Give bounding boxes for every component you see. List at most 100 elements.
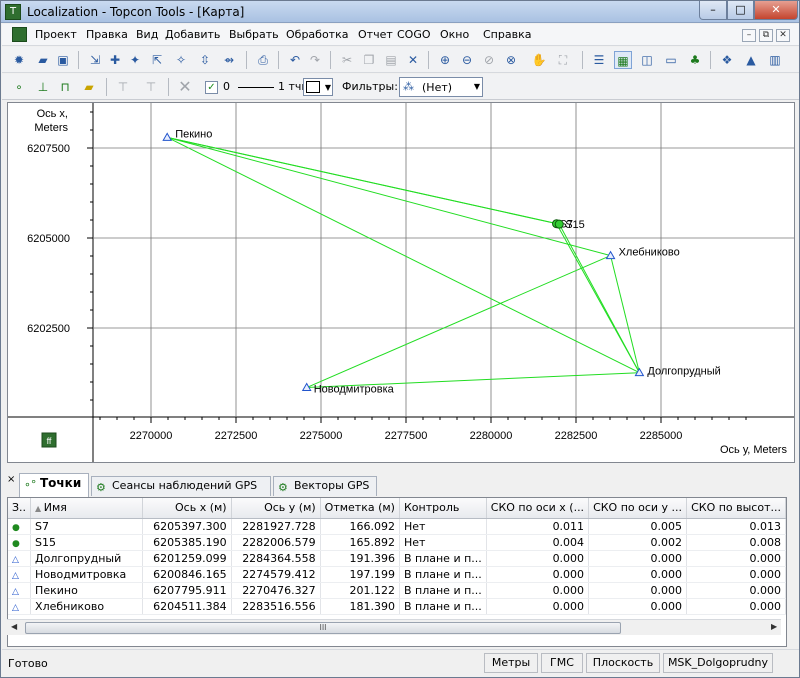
report-icon[interactable]: ▥ [766,51,784,69]
table-row[interactable]: △ Хлебниково 6204511.384 2283516.556 181.390… [8,598,786,615]
menu-help[interactable]: Справка [483,28,531,41]
table-row[interactable]: ● S7 6205397.300 2281927.728 166.092 Нет 0.011… [8,518,786,535]
point-tool-icon[interactable]: ∘ [10,78,28,96]
column-header[interactable]: СКО по высот... [686,498,786,519]
add-marker-icon[interactable]: ⇳ [196,51,214,69]
menu-process[interactable]: Обработка [286,28,348,41]
adjust-icon[interactable]: ▲ [742,51,760,69]
table-row[interactable]: △ Новодмитровка 6200846.165 2274579.412 197.… [8,566,786,583]
menu-select[interactable]: Выбрать [229,28,279,41]
column-header[interactable]: Ось х (м) [142,498,232,519]
control-point-marker[interactable] [162,132,173,141]
scroll-left-icon[interactable]: ◀ [11,622,17,631]
menu-report[interactable]: Отчет [358,28,393,41]
menu-cogo[interactable]: COGO [397,28,431,41]
map-points[interactable]: Пекино Хлебниково Долгопрудный Новодмитровк… [162,128,721,396]
redo-icon[interactable]: ↷ [306,51,324,69]
mdi-close-button[interactable]: ✕ [776,29,790,42]
delete-icon[interactable]: ✕ [404,51,422,69]
menu-view[interactable]: Вид [136,28,158,41]
zoom-window-icon[interactable]: ⊗ [502,51,520,69]
zoom-in-icon[interactable]: ⊕ [436,51,454,69]
mdi-restore-button[interactable]: ⧉ [759,29,773,42]
dropdown-arrow-icon: ▼ [324,83,331,92]
menu-add[interactable]: Добавить [165,28,220,41]
add-data-icon[interactable]: ✦ [126,51,144,69]
line-style-swatch[interactable] [238,87,274,88]
gps-point-marker[interactable] [554,219,564,229]
zoom-extent-icon[interactable]: ⛶ [554,51,572,69]
print-icon[interactable]: ⎙ [254,51,272,69]
column-header[interactable]: З.. [8,498,32,519]
map-canvas[interactable]: Ось x, Meters Ось у, Meters ff 2270000 22… [8,103,794,462]
filters-dropdown[interactable]: ⁂ (Нет) ▼ [399,77,483,97]
column-header[interactable]: Ось у (м) [231,498,321,519]
snap-end-icon[interactable]: ⊤ [142,78,160,96]
close-button[interactable]: ✕ [754,1,798,20]
column-header[interactable]: СКО по оси х (... [486,498,590,519]
table-cell: 6207795.911 [142,582,232,599]
pan-hand-icon[interactable]: ✋ [530,51,548,69]
table-row[interactable]: △ Пекино 6207795.911 2270476.327 201.122 В пл… [8,582,786,599]
menu-window[interactable]: Окно [440,28,469,41]
line-color-dropdown[interactable]: ▼ [303,78,333,96]
polyline-tool-icon[interactable]: ⊓ [56,78,74,96]
scroll-thumb[interactable]: III [25,622,621,634]
process-icon[interactable]: ❖ [718,51,736,69]
new-project-icon[interactable]: ✹ [10,51,28,69]
snap-tool-icon[interactable]: ⊤ [114,78,132,96]
table-row[interactable]: △ Долгопрудный 6201259.099 2284364.558 191.3… [8,550,786,567]
table-view-icon[interactable]: ☰ [590,51,608,69]
app-window: T Localization - Topcon Tools - [Карта] … [0,0,800,678]
line-tool-icon[interactable]: ⊥ [34,78,52,96]
scroll-right-icon[interactable]: ▶ [771,622,777,631]
tab-gps-sessions[interactable]: ⚙ Сеансы наблюдений GPS [91,476,271,496]
document-icon[interactable] [12,27,27,42]
column-header[interactable]: Контроль [399,498,487,519]
gps-vector-line[interactable] [167,136,560,225]
export-icon[interactable]: ⇴ [220,51,238,69]
undo-icon[interactable]: ↶ [286,51,304,69]
column-header[interactable]: Отметка (м) [320,498,400,519]
tab-gps-vectors[interactable]: ⚙ Векторы GPS [273,476,377,496]
polygon-tool-icon[interactable]: ▰ [80,78,98,96]
save-icon[interactable]: ▣ [54,51,72,69]
layout-view-icon[interactable]: ▭ [662,51,680,69]
column-header[interactable]: ▲ Имя [30,498,143,519]
horizontal-scrollbar[interactable]: ◀ III ▶ [7,619,781,635]
paste-icon[interactable]: ▤ [382,51,400,69]
cut-icon[interactable]: ✂ [338,51,356,69]
control-point-marker[interactable] [634,367,645,377]
map-view-icon[interactable]: ▦ [614,51,632,69]
tab-points[interactable]: ∘° Точки [19,473,89,497]
import-icon[interactable]: ⇲ [86,51,104,69]
open-folder-icon[interactable]: ▰ [34,51,52,69]
tree-icon[interactable]: ♣ [686,51,704,69]
panel-close-button[interactable]: × [7,474,15,485]
gps-vector-line[interactable] [306,255,611,388]
gps-vector-line[interactable] [610,255,640,373]
menu-edit[interactable]: Правка [86,28,128,41]
panel-tabs: × ∘° Точки ⚙ Сеансы наблюдений GPS ⚙ Вектор… [7,473,795,497]
copy-icon[interactable]: ❐ [360,51,378,69]
gps-vector-line[interactable] [166,136,640,374]
table-row[interactable]: ● S15 6205385.190 2282006.579 165.892 Нет 0.00… [8,534,786,551]
add-point-icon[interactable]: ✚ [106,51,124,69]
table-cell: 166.092 [320,518,400,535]
point-label: S15 [565,219,585,231]
maximize-button[interactable]: □ [727,1,754,20]
status-units: Метры [484,653,538,673]
column-header[interactable]: СКО по оси у ... [588,498,688,519]
zoom-out-icon[interactable]: ⊖ [458,51,476,69]
map-view[interactable]: Ось x, Meters Ось у, Meters ff 2270000 22… [7,102,795,463]
add-file-icon[interactable]: ⇱ [148,51,166,69]
minimize-button[interactable]: – [699,1,727,20]
add-star-icon[interactable]: ✧ [172,51,190,69]
delete-drawing-icon[interactable]: ✕ [176,78,194,96]
zoom-prev-icon[interactable]: ⊘ [480,51,498,69]
mdi-minimize-button[interactable]: – [742,29,756,42]
table-cell: 2284364.558 [231,550,321,567]
menu-project[interactable]: Проект [35,28,77,41]
line-visible-checkbox[interactable]: ✓ [205,81,218,94]
occupation-view-icon[interactable]: ◫ [638,51,656,69]
